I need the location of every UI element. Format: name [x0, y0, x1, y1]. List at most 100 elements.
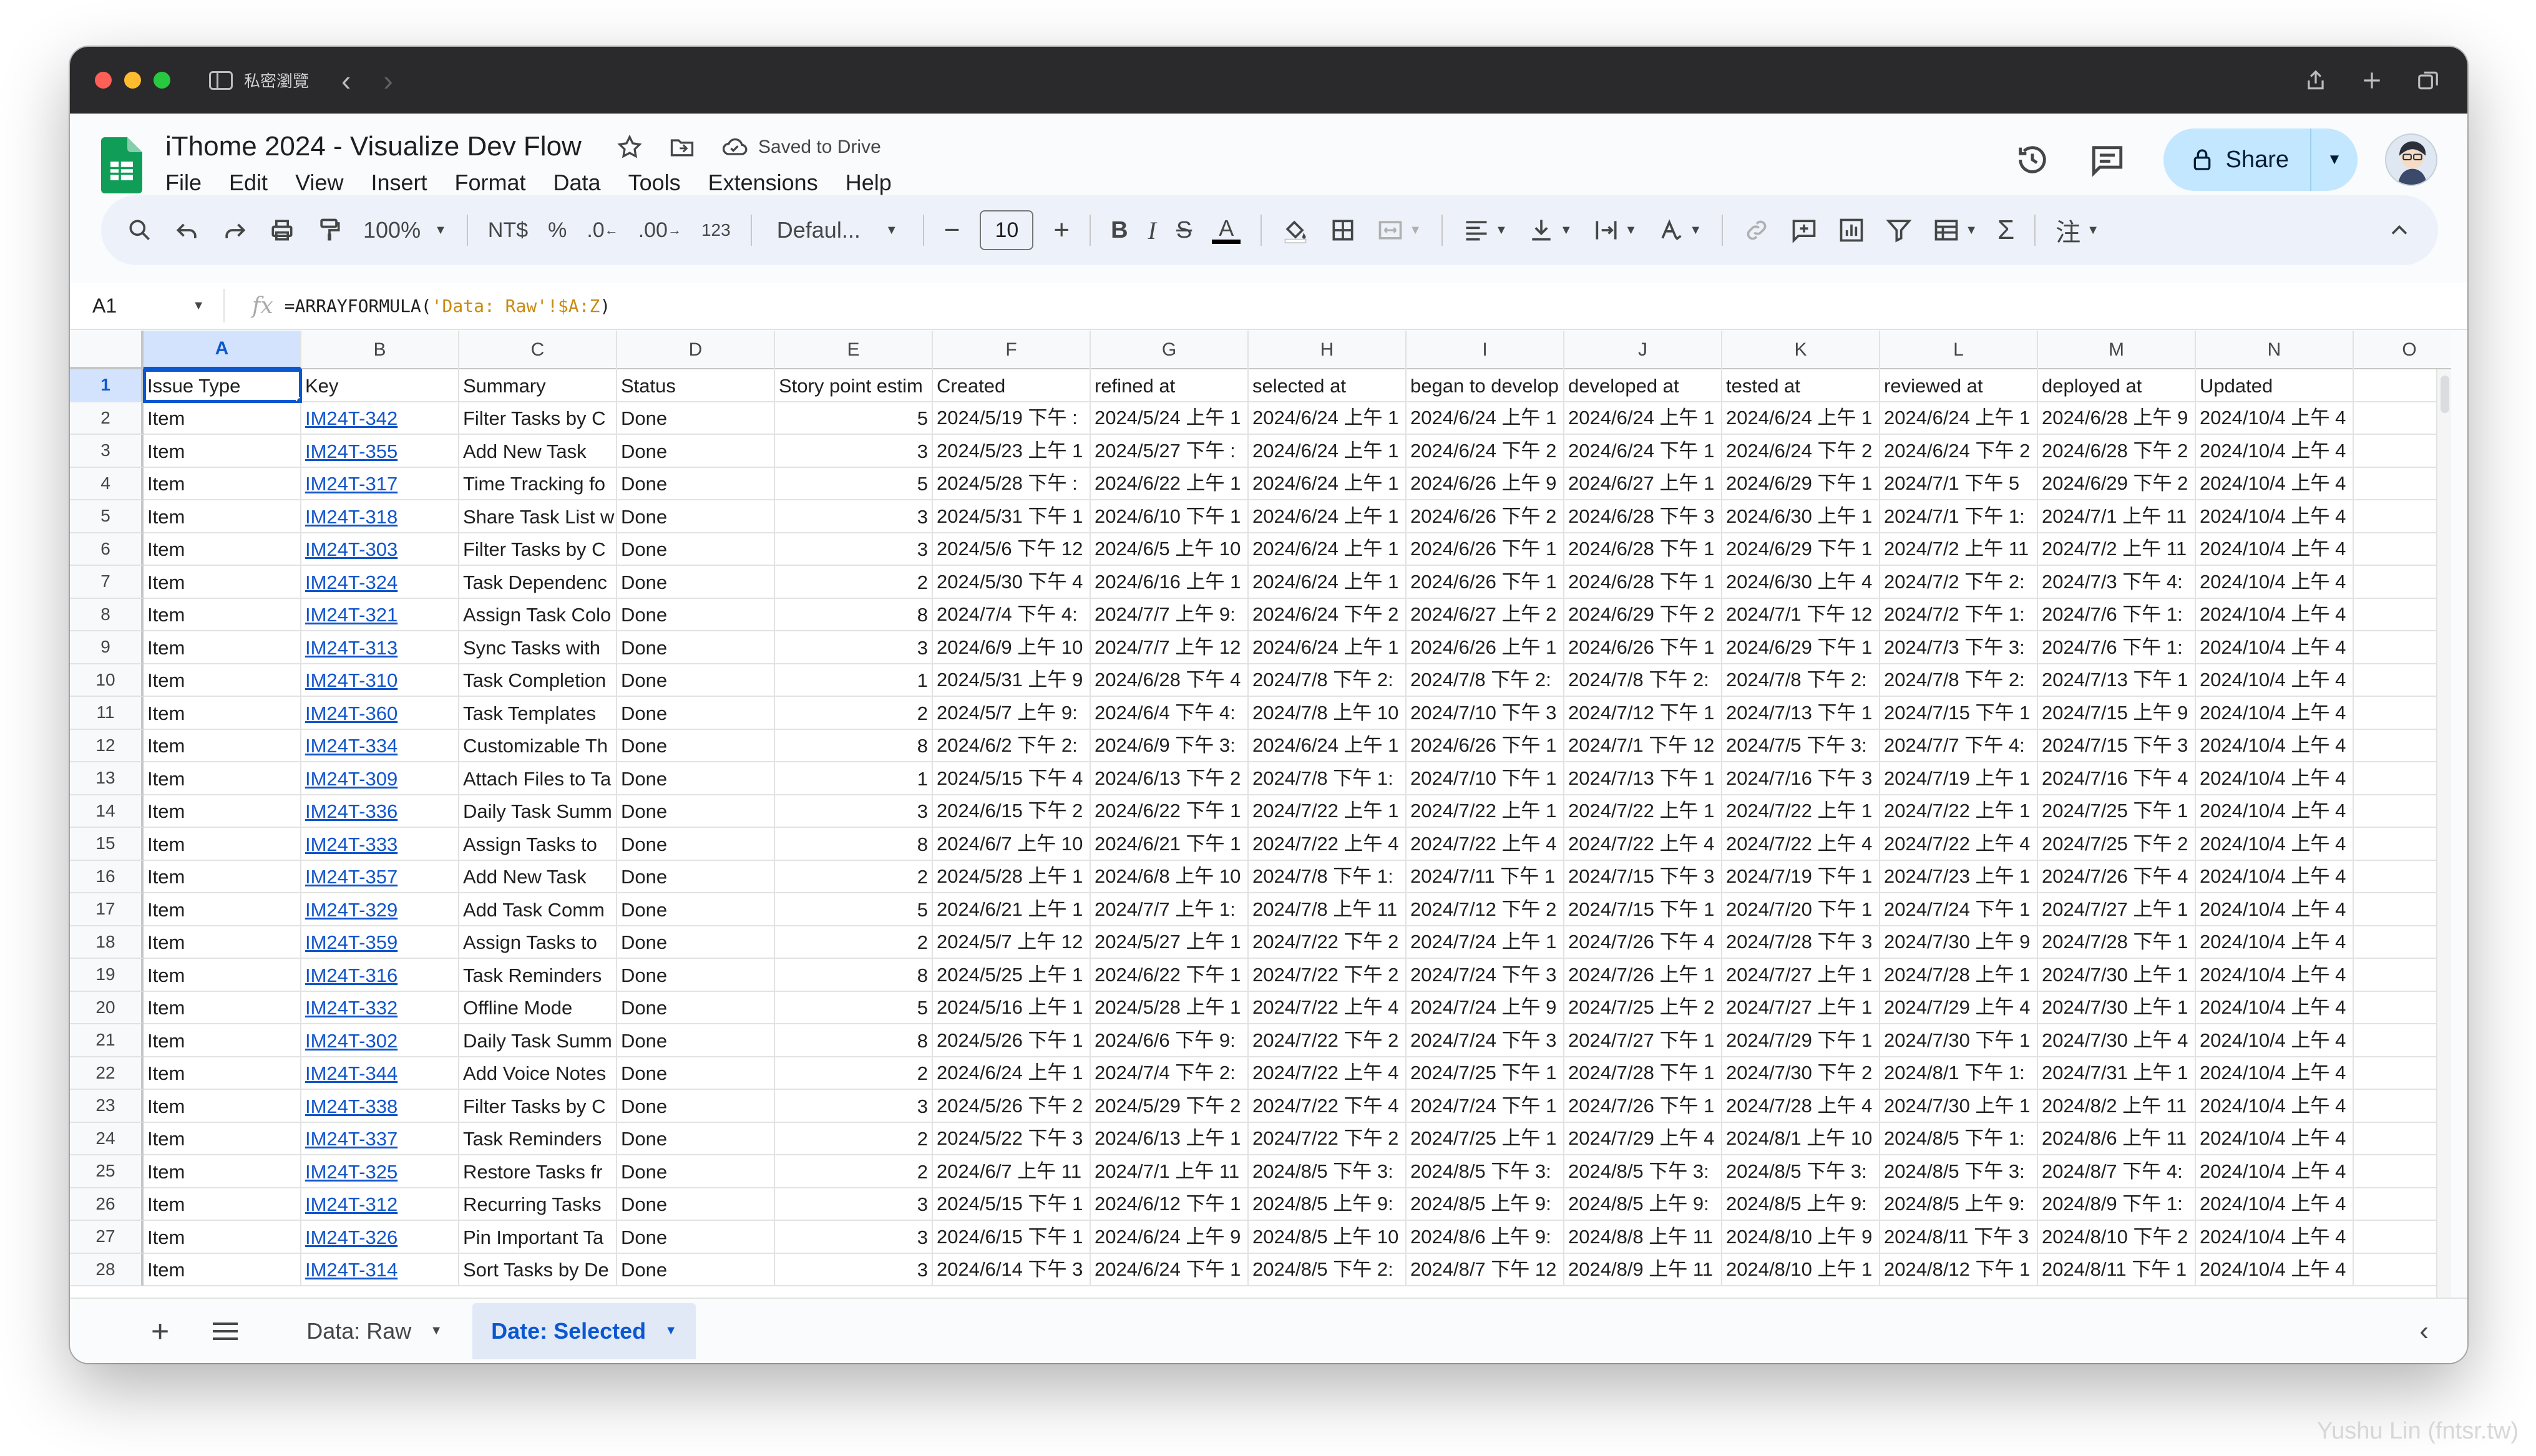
row-header[interactable]: 5 — [70, 500, 144, 533]
table-cell[interactable]: Sort Tasks by De — [459, 1253, 617, 1286]
table-cell[interactable]: 2024/7/24 下午 1 — [1880, 893, 2038, 926]
table-cell[interactable]: 2024/6/26 下午 2 — [1407, 500, 1564, 533]
table-cell[interactable]: 2024/5/6 下午 12 — [933, 533, 1091, 566]
table-cell[interactable]: Filter Tasks by C — [459, 1090, 617, 1123]
table-cell[interactable]: Item — [144, 1122, 301, 1155]
table-cell[interactable]: 2024/8/2 上午 11 — [2038, 1090, 2196, 1123]
table-cell[interactable]: Done — [617, 1024, 775, 1057]
table-cell[interactable]: 2024/7/27 下午 1 — [1564, 1024, 1722, 1057]
all-sheets-button[interactable] — [213, 1318, 238, 1345]
table-cell[interactable]: 2024/7/19 下午 1 — [1722, 860, 1880, 893]
share-options-button[interactable]: ▼ — [2311, 129, 2358, 191]
table-cell[interactable]: Add Task Comm — [459, 893, 617, 926]
vertical-scrollbar[interactable] — [2436, 369, 2451, 1305]
table-cell[interactable]: 2024/10/4 上午 4 — [2196, 631, 2354, 664]
issue-key-link[interactable]: IM24T-314 — [301, 1253, 459, 1286]
table-cell[interactable]: Item — [144, 467, 301, 500]
table-cell[interactable]: Item — [144, 1024, 301, 1057]
select-all-corner[interactable] — [70, 331, 144, 369]
table-cell[interactable]: 2024/7/28 下午 3 — [1722, 926, 1880, 959]
table-cell[interactable]: 2024/6/30 上午 4 — [1722, 566, 1880, 599]
table-cell[interactable]: 5 — [775, 893, 933, 926]
table-cell[interactable]: 2024/7/7 上午 9: — [1091, 598, 1249, 631]
borders-button[interactable] — [1329, 210, 1357, 250]
column-header-j[interactable]: J — [1564, 331, 1722, 369]
table-cell[interactable]: 2024/6/24 上午 9 — [1091, 1221, 1249, 1254]
table-cell[interactable]: 2024/7/7 上午 1: — [1091, 893, 1249, 926]
formula-input[interactable]: =ARRAYFORMULA('Data: Raw'!$A:Z) — [285, 296, 611, 316]
table-cell[interactable]: 2 — [775, 566, 933, 599]
table-cell[interactable]: 2024/7/25 下午 1 — [1407, 1057, 1564, 1090]
table-cell[interactable]: 2024/10/4 上午 4 — [2196, 893, 2354, 926]
row-header[interactable]: 27 — [70, 1221, 144, 1254]
table-cell[interactable]: 2024/6/2 下午 2: — [933, 729, 1091, 762]
vertical-scroll-thumb[interactable] — [2441, 376, 2449, 413]
table-cell[interactable]: 2024/10/4 上午 4 — [2196, 860, 2354, 893]
table-cell[interactable]: Done — [617, 1122, 775, 1155]
row-header[interactable]: 10 — [70, 664, 144, 697]
table-cell[interactable]: 2024/6/13 上午 1 — [1091, 1122, 1249, 1155]
table-cell[interactable]: Item — [144, 664, 301, 697]
table-cell[interactable]: Done — [617, 435, 775, 468]
issue-key-link[interactable]: IM24T-318 — [301, 500, 459, 533]
table-cell[interactable]: 2024/8/10 上午 1 — [1722, 1253, 1880, 1286]
table-cell[interactable]: 2024/6/24 上午 1 — [1407, 402, 1564, 435]
table-cell[interactable]: 2024/7/15 下午 1 — [1880, 697, 2038, 730]
table-cell[interactable]: 8 — [775, 959, 933, 992]
header-cell[interactable]: refined at — [1091, 369, 1249, 402]
table-cell[interactable]: 3 — [775, 795, 933, 828]
table-cell[interactable]: Task Reminders — [459, 959, 617, 992]
row-header[interactable]: 11 — [70, 697, 144, 730]
table-cell[interactable]: 2024/8/5 上午 10 — [1249, 1221, 1407, 1254]
table-cell[interactable]: 1 — [775, 762, 933, 795]
table-cell[interactable]: Done — [617, 828, 775, 861]
table-cell[interactable]: 2024/6/28 下午 1 — [1564, 533, 1722, 566]
table-cell[interactable]: 3 — [775, 1221, 933, 1254]
header-cell[interactable]: Story point estim — [775, 369, 933, 402]
table-cell[interactable]: Done — [617, 533, 775, 566]
table-cell[interactable]: 2024/7/27 上午 1 — [2038, 893, 2196, 926]
table-cell[interactable]: 2024/5/16 上午 1 — [933, 991, 1091, 1024]
table-cell[interactable]: 2024/10/4 上午 4 — [2196, 795, 2354, 828]
header-cell[interactable]: tested at — [1722, 369, 1880, 402]
header-cell[interactable]: developed at — [1564, 369, 1722, 402]
table-cell[interactable]: 2024/7/1 上午 11 — [2038, 500, 2196, 533]
table-cell[interactable]: 2024/5/24 上午 1 — [1091, 402, 1249, 435]
table-cell[interactable]: 2024/6/24 上午 1 — [1249, 533, 1407, 566]
column-header-g[interactable]: G — [1091, 331, 1249, 369]
table-cell[interactable]: Item — [144, 697, 301, 730]
table-cell[interactable]: 3 — [775, 533, 933, 566]
insert-comment-button[interactable] — [1790, 210, 1818, 250]
table-cell[interactable]: 2024/7/13 下午 1 — [2038, 664, 2196, 697]
table-cell[interactable]: 2024/7/28 上午 1 — [1880, 959, 2038, 992]
percent-format-button[interactable]: % — [548, 210, 567, 250]
paint-format-button[interactable] — [316, 210, 343, 250]
table-cell[interactable]: 2 — [775, 1155, 933, 1188]
table-cell[interactable]: Item — [144, 795, 301, 828]
table-cell[interactable]: 3 — [775, 1253, 933, 1286]
table-cell[interactable]: Done — [617, 1155, 775, 1188]
table-cell[interactable]: 5 — [775, 991, 933, 1024]
table-cell[interactable]: 2024/7/1 下午 1: — [1880, 500, 2038, 533]
table-cell[interactable]: 2024/7/15 下午 3 — [1564, 860, 1722, 893]
table-cell[interactable]: 2024/7/16 下午 4 — [2038, 762, 2196, 795]
table-cell[interactable]: 2024/6/26 上午 9 — [1407, 467, 1564, 500]
table-cell[interactable]: 2024/6/28 上午 9 — [2038, 402, 2196, 435]
table-cell[interactable]: 2024/5/27 上午 1 — [1091, 926, 1249, 959]
table-cell[interactable]: Done — [617, 1057, 775, 1090]
table-cell[interactable]: 2024/7/1 下午 5 — [1880, 467, 2038, 500]
issue-key-link[interactable]: IM24T-324 — [301, 566, 459, 599]
table-cell[interactable]: 2024/8/5 上午 9: — [1407, 1188, 1564, 1221]
table-cell[interactable]: Done — [617, 1090, 775, 1123]
table-cell[interactable]: 3 — [775, 435, 933, 468]
issue-key-link[interactable]: IM24T-303 — [301, 533, 459, 566]
header-cell[interactable]: Issue Type — [143, 369, 302, 403]
menu-extensions[interactable]: Extensions — [708, 170, 833, 196]
table-cell[interactable]: Pin Important Ta — [459, 1221, 617, 1254]
table-cell[interactable]: Done — [617, 926, 775, 959]
table-cell[interactable]: 2024/7/8 下午 1: — [1249, 860, 1407, 893]
issue-key-link[interactable]: IM24T-360 — [301, 697, 459, 730]
table-cell[interactable]: Offline Mode — [459, 991, 617, 1024]
table-cell[interactable]: 2024/10/4 上午 4 — [2196, 1221, 2354, 1254]
table-cell[interactable]: 2024/7/29 上午 4 — [1880, 991, 2038, 1024]
